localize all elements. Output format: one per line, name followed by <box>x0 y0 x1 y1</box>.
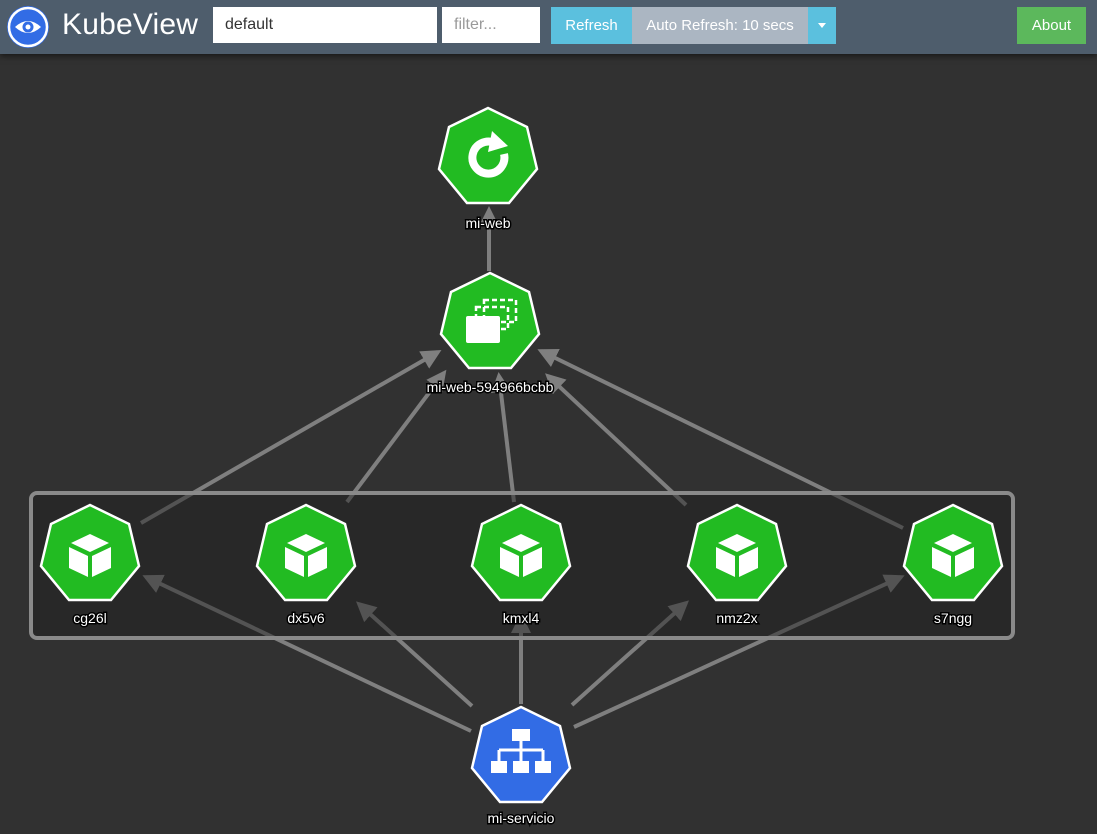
service-node[interactable] <box>470 705 572 804</box>
pod-label: kmxl4 <box>503 610 540 626</box>
navbar: KubeView Refresh Auto Refresh: 10 secs A… <box>0 0 1097 54</box>
deployment-label: mi-web <box>465 215 510 231</box>
deployment-node[interactable] <box>437 106 539 205</box>
pod-label: cg26l <box>73 610 106 626</box>
refresh-button[interactable]: Refresh <box>551 7 632 44</box>
auto-refresh-button[interactable]: Auto Refresh: 10 secs <box>632 7 808 44</box>
pod-label: dx5v6 <box>287 610 325 626</box>
eye-icon[interactable] <box>7 6 49 48</box>
replicaset-node[interactable] <box>439 271 541 370</box>
replicaset-label: mi-web-594966bcbb <box>427 379 554 395</box>
filter-input[interactable] <box>442 7 540 43</box>
auto-refresh-dropdown-toggle[interactable] <box>808 7 836 44</box>
graph-canvas: mi-web mi-web-594966bcbb cg26l dx5v6 kmxl4… <box>29 106 1015 828</box>
about-button[interactable]: About <box>1017 7 1086 44</box>
pod-label: nmz2x <box>716 610 757 626</box>
service-label: mi-servicio <box>488 810 555 826</box>
edge-pod-nmz2x-replicaset <box>545 373 688 507</box>
pod-label: s7ngg <box>934 610 972 626</box>
app-title: KubeView <box>62 8 199 41</box>
namespace-input[interactable] <box>213 7 437 43</box>
chevron-down-icon <box>818 23 826 28</box>
